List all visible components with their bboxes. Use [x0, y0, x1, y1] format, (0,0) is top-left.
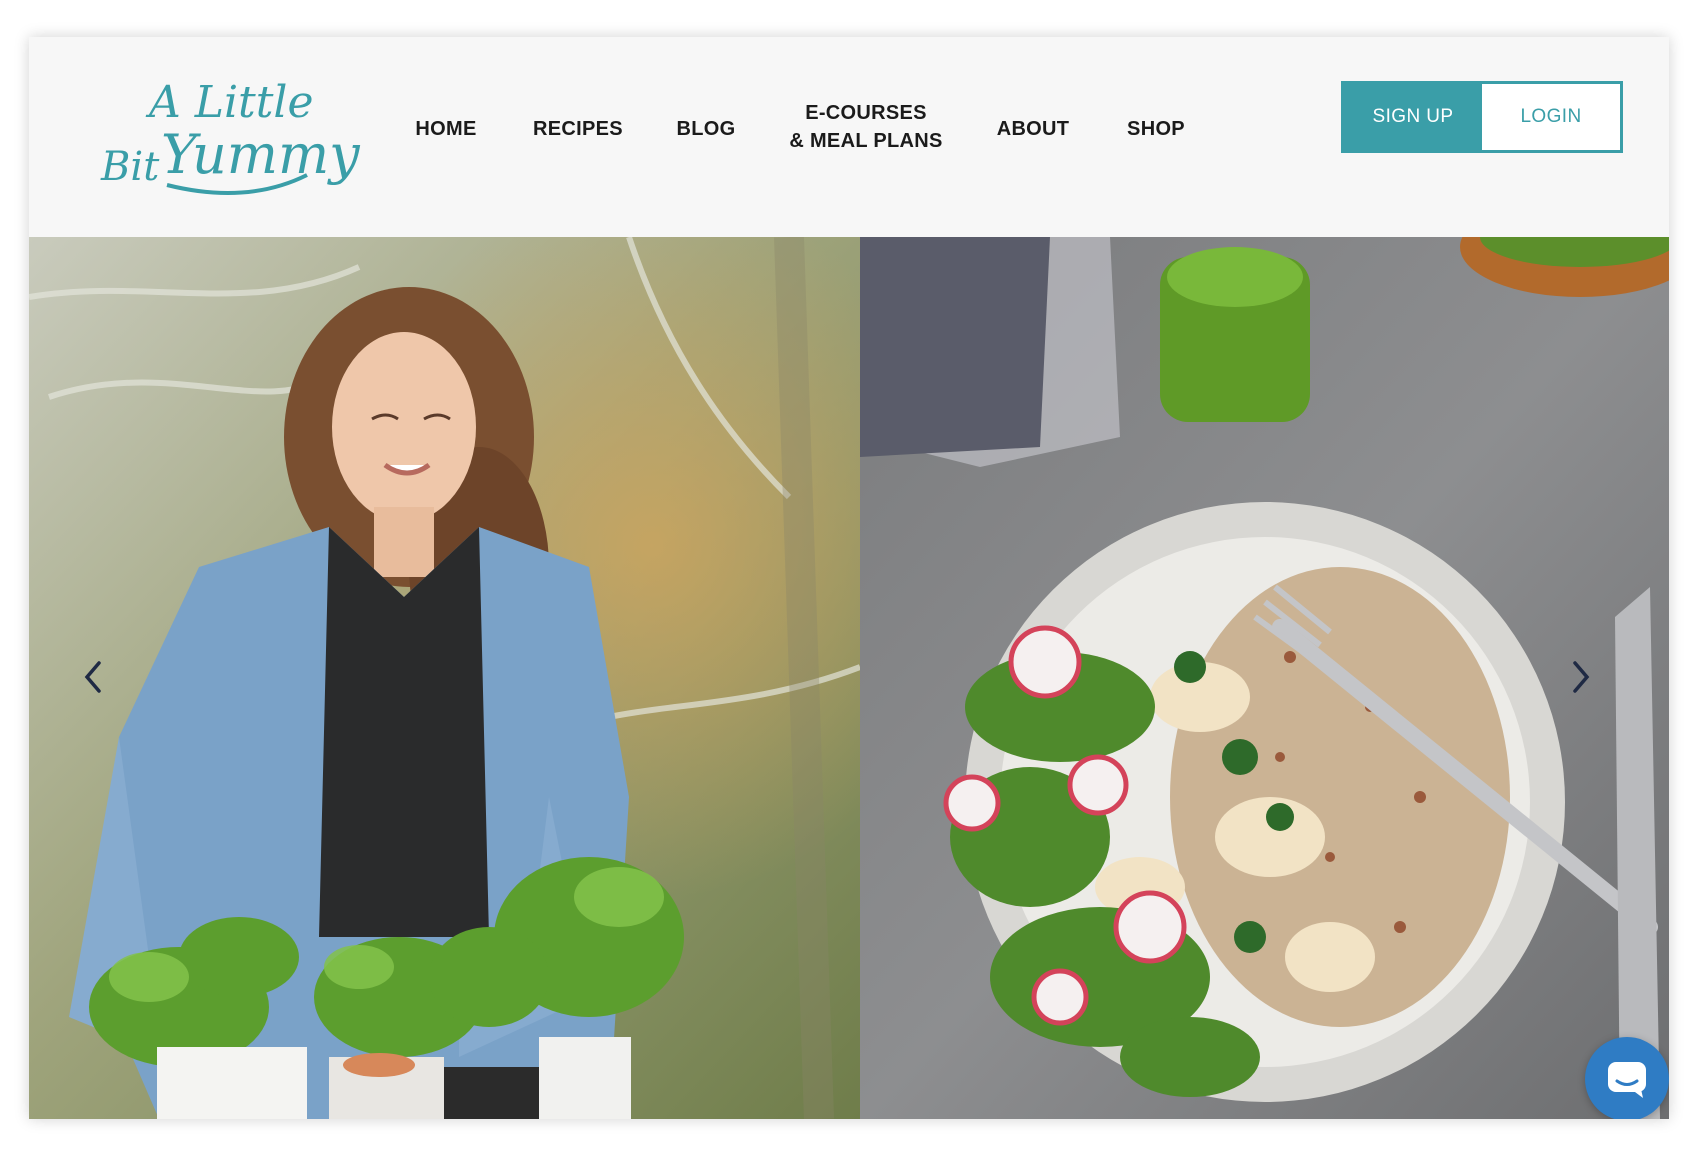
woman-with-herb-pots-photo — [29, 237, 860, 1119]
browser-page: A Little Bit Yummy HOME RECIPES BLOG E-C… — [29, 37, 1669, 1119]
hero-carousel — [29, 237, 1669, 1119]
nav-about[interactable]: ABOUT — [997, 115, 1070, 143]
nav-shop[interactable]: SHOP — [1127, 115, 1185, 143]
chevron-right-icon[interactable] — [1565, 657, 1595, 697]
slide-woman-herbs — [29, 237, 860, 1119]
slide-salad-bowl — [860, 237, 1669, 1119]
nav-home[interactable]: HOME — [415, 115, 476, 143]
nav-recipes[interactable]: RECIPES — [533, 115, 623, 143]
nav-ecourses-meal-plans[interactable]: E-COURSES & MEAL PLANS — [789, 99, 942, 155]
auth-buttons: SIGN UP LOGIN — [1341, 81, 1623, 153]
site-header: A Little Bit Yummy HOME RECIPES BLOG E-C… — [29, 37, 1669, 237]
salad-bowl-photo — [860, 237, 1669, 1119]
nav-blog[interactable]: BLOG — [677, 115, 736, 143]
chat-launcher-button[interactable] — [1585, 1037, 1669, 1119]
signup-button[interactable]: SIGN UP — [1344, 84, 1482, 150]
login-button[interactable]: LOGIN — [1482, 84, 1620, 150]
chat-bubble-icon — [1608, 1062, 1646, 1098]
chevron-left-icon[interactable] — [79, 657, 109, 697]
